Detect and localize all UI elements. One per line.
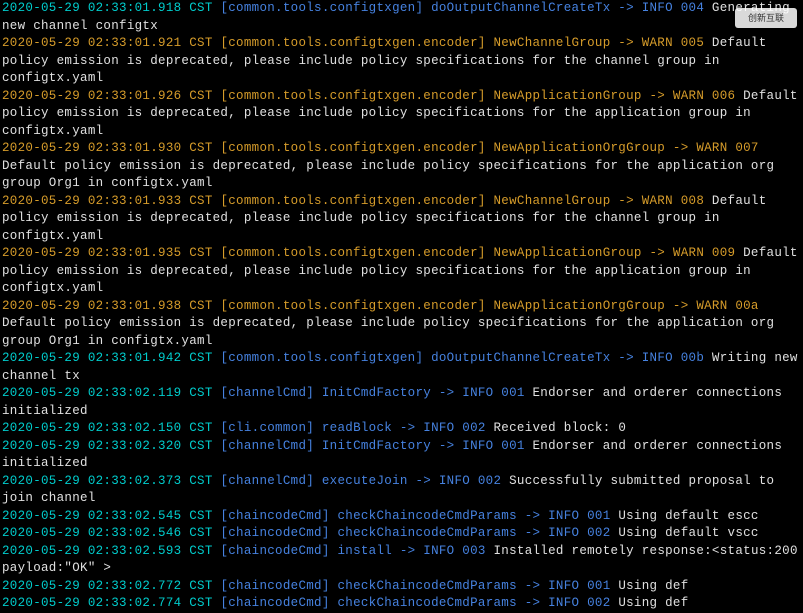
log-event: checkChaincodeCmdParams -> INFO 002 [337,526,618,540]
log-line: 2020-05-29 02:33:02.320 CST [channelCmd]… [2,438,801,473]
log-message: Default policy emission is deprecated, p… [2,316,782,348]
log-event: checkChaincodeCmdParams -> INFO 002 [337,596,618,610]
log-line: 2020-05-29 02:33:02.546 CST [chaincodeCm… [2,525,801,543]
log-message: Using def [618,596,688,610]
log-event: NewChannelGroup -> WARN 008 [493,194,711,208]
log-timestamp: 2020-05-29 02:33:02.119 CST [2,386,220,400]
log-source: [chaincodeCmd] [220,509,337,523]
log-event: doOutputChannelCreateTx -> INFO 004 [431,1,712,15]
log-timestamp: 2020-05-29 02:33:02.320 CST [2,439,220,453]
log-event: NewApplicationOrgGroup -> WARN 007 [493,141,766,155]
log-source: [common.tools.configtxgen.encoder] [220,89,493,103]
log-timestamp: 2020-05-29 02:33:02.774 CST [2,596,220,610]
log-source: [common.tools.configtxgen.encoder] [220,194,493,208]
log-event: install -> INFO 003 [337,544,493,558]
terminal-output: 2020-05-29 02:33:01.918 CST [common.tool… [0,0,803,613]
log-message: Using def [618,579,688,593]
log-event: InitCmdFactory -> INFO 001 [322,439,533,453]
log-source: [common.tools.configtxgen.encoder] [220,141,493,155]
log-source: [common.tools.configtxgen] [220,1,431,15]
log-line: 2020-05-29 02:33:02.774 CST [chaincodeCm… [2,595,801,613]
log-source: [channelCmd] [220,474,321,488]
log-event: doOutputChannelCreateTx -> INFO 00b [431,351,712,365]
log-event: readBlock -> INFO 002 [322,421,494,435]
log-timestamp: 2020-05-29 02:33:02.545 CST [2,509,220,523]
log-event: checkChaincodeCmdParams -> INFO 001 [337,579,618,593]
log-line: 2020-05-29 02:33:01.926 CST [common.tool… [2,88,801,141]
log-line: 2020-05-29 02:33:01.930 CST [common.tool… [2,140,801,193]
log-timestamp: 2020-05-29 02:33:01.926 CST [2,89,220,103]
log-line: 2020-05-29 02:33:01.933 CST [common.tool… [2,193,801,246]
log-line: 2020-05-29 02:33:01.918 CST [common.tool… [2,0,801,35]
log-message: Received block: 0 [494,421,627,435]
log-line: 2020-05-29 02:33:01.935 CST [common.tool… [2,245,801,298]
log-line: 2020-05-29 02:33:02.545 CST [chaincodeCm… [2,508,801,526]
log-source: [channelCmd] [220,439,321,453]
log-source: [chaincodeCmd] [220,579,337,593]
log-source: [common.tools.configtxgen.encoder] [220,246,493,260]
log-message: Using default escc [618,509,758,523]
log-line: 2020-05-29 02:33:01.942 CST [common.tool… [2,350,801,385]
log-line: 2020-05-29 02:33:02.772 CST [chaincodeCm… [2,578,801,596]
log-timestamp: 2020-05-29 02:33:02.593 CST [2,544,220,558]
log-event: checkChaincodeCmdParams -> INFO 001 [337,509,618,523]
log-source: [common.tools.configtxgen.encoder] [220,36,493,50]
log-timestamp: 2020-05-29 02:33:02.772 CST [2,579,220,593]
log-timestamp: 2020-05-29 02:33:01.942 CST [2,351,220,365]
log-source: [chaincodeCmd] [220,544,337,558]
log-event: NewApplicationOrgGroup -> WARN 00a [493,299,766,313]
log-event: NewApplicationGroup -> WARN 009 [493,246,743,260]
log-timestamp: 2020-05-29 02:33:01.938 CST [2,299,220,313]
log-source: [common.tools.configtxgen.encoder] [220,299,493,313]
watermark-text: 创新互联 [748,12,784,25]
log-event: executeJoin -> INFO 002 [322,474,509,488]
log-source: [chaincodeCmd] [220,596,337,610]
log-message: Using default vscc [618,526,758,540]
log-line: 2020-05-29 02:33:02.150 CST [cli.common]… [2,420,801,438]
log-timestamp: 2020-05-29 02:33:01.935 CST [2,246,220,260]
log-source: [common.tools.configtxgen] [220,351,431,365]
log-event: NewChannelGroup -> WARN 005 [493,36,711,50]
log-event: InitCmdFactory -> INFO 001 [322,386,533,400]
log-line: 2020-05-29 02:33:01.938 CST [common.tool… [2,298,801,351]
log-timestamp: 2020-05-29 02:33:01.918 CST [2,1,220,15]
watermark-badge: 创新互联 [735,8,797,28]
log-line: 2020-05-29 02:33:02.593 CST [chaincodeCm… [2,543,801,578]
log-line: 2020-05-29 02:33:02.119 CST [channelCmd]… [2,385,801,420]
log-timestamp: 2020-05-29 02:33:02.150 CST [2,421,220,435]
log-source: [chaincodeCmd] [220,526,337,540]
log-source: [cli.common] [220,421,321,435]
log-event: NewApplicationGroup -> WARN 006 [493,89,743,103]
log-message: Default policy emission is deprecated, p… [2,159,782,191]
log-timestamp: 2020-05-29 02:33:02.546 CST [2,526,220,540]
log-line: 2020-05-29 02:33:01.921 CST [common.tool… [2,35,801,88]
log-timestamp: 2020-05-29 02:33:01.921 CST [2,36,220,50]
log-line: 2020-05-29 02:33:02.373 CST [channelCmd]… [2,473,801,508]
log-timestamp: 2020-05-29 02:33:01.930 CST [2,141,220,155]
log-timestamp: 2020-05-29 02:33:01.933 CST [2,194,220,208]
log-timestamp: 2020-05-29 02:33:02.373 CST [2,474,220,488]
log-source: [channelCmd] [220,386,321,400]
